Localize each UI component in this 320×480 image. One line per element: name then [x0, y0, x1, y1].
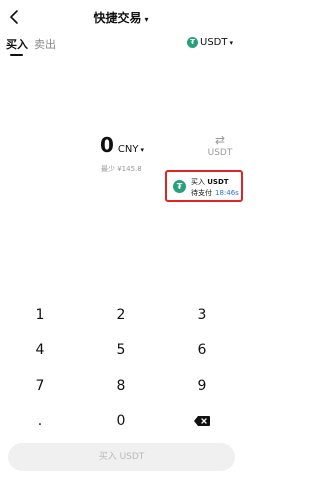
- key-3[interactable]: 3: [172, 302, 232, 328]
- tether-icon: ₮: [173, 180, 186, 193]
- key-0[interactable]: 0: [91, 408, 151, 434]
- page-title: 快捷交易: [93, 11, 142, 25]
- order-status-row: 待支付 18:46s: [191, 188, 239, 198]
- key-8[interactable]: 8: [91, 373, 151, 399]
- amount-value: 0: [100, 133, 114, 157]
- swap-unit-label: USDT: [207, 148, 233, 158]
- key-4[interactable]: 4: [10, 337, 70, 363]
- key-9[interactable]: 9: [172, 373, 232, 399]
- chevron-down-icon: ▾: [144, 15, 149, 24]
- active-tab-indicator: [10, 54, 23, 56]
- order-asset: USDT: [207, 178, 229, 186]
- key-decimal[interactable]: .: [10, 408, 70, 434]
- key-2[interactable]: 2: [91, 302, 151, 328]
- key-6[interactable]: 6: [172, 337, 232, 363]
- chevron-down-icon[interactable]: ▾: [141, 146, 145, 154]
- order-status: 待支付: [191, 189, 212, 197]
- chevron-down-icon: ▾: [229, 38, 233, 47]
- key-7[interactable]: 7: [10, 373, 70, 399]
- order-action: 买入: [191, 178, 205, 186]
- tab-buy[interactable]: 买入: [6, 36, 28, 52]
- swap-icon: ⇄: [214, 133, 226, 147]
- pending-order-popup[interactable]: ₮ 买入 USDT 待支付 18:46s: [165, 170, 243, 202]
- tab-sell[interactable]: 卖出: [34, 36, 56, 52]
- currency-selector[interactable]: CNY: [118, 144, 139, 155]
- backspace-icon: [194, 416, 210, 426]
- key-1[interactable]: 1: [10, 302, 70, 328]
- key-5[interactable]: 5: [91, 337, 151, 363]
- backspace-button[interactable]: [172, 408, 232, 434]
- order-title: 买入 USDT: [191, 177, 229, 187]
- swap-unit-button[interactable]: ⇄ USDT: [207, 134, 233, 158]
- asset-label: USDT: [200, 37, 228, 48]
- page-title-dropdown[interactable]: 快捷交易 ▾: [0, 9, 242, 26]
- order-countdown: 18:46s: [215, 189, 239, 197]
- top-nav-bar: 快捷交易 ▾: [0, 0, 242, 34]
- tether-icon: ₮: [187, 37, 198, 48]
- minimum-amount-note: 最少 ¥145.8: [101, 165, 142, 173]
- buy-button[interactable]: 买入 USDT: [8, 443, 235, 471]
- asset-selector[interactable]: ₮ USDT ▾: [187, 37, 233, 48]
- amount-display: 0 CNY ▾: [100, 133, 144, 157]
